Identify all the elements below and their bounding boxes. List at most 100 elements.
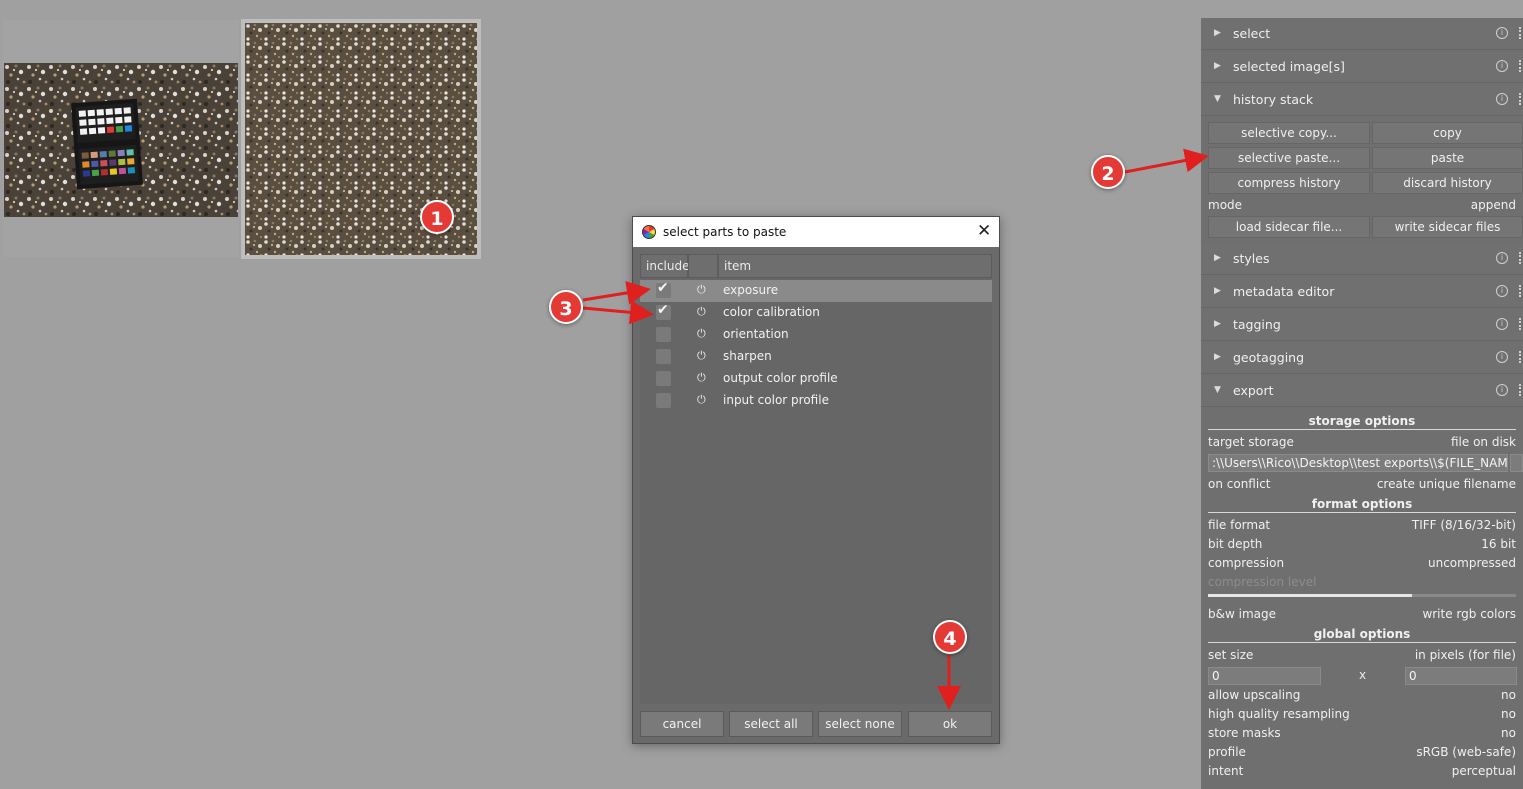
- load-sidecar-button[interactable]: load sidecar file...: [1208, 216, 1370, 238]
- expand-arrow-icon: ▶: [1214, 286, 1221, 296]
- drag-handle-icon[interactable]: [1519, 384, 1523, 396]
- select-none-button[interactable]: select none: [818, 711, 902, 737]
- right-panel: ▶ select i ▶ selected image[s] i ▼ histo…: [1201, 18, 1523, 789]
- list-item[interactable]: ⏻ orientation: [640, 324, 992, 346]
- drag-handle-icon[interactable]: [1519, 60, 1523, 72]
- info-icon[interactable]: i: [1496, 27, 1508, 39]
- intent-row[interactable]: intent perceptual: [1208, 763, 1516, 781]
- include-checkbox[interactable]: [656, 280, 671, 298]
- module-tagging[interactable]: ▶ tagging i: [1201, 309, 1523, 341]
- column-header-include[interactable]: include: [640, 254, 689, 278]
- bw-image-row[interactable]: b&w image write rgb colors: [1208, 606, 1516, 624]
- write-sidecar-button[interactable]: write sidecar files: [1372, 216, 1523, 238]
- dialog-title: select parts to paste: [663, 225, 787, 239]
- module-history-stack[interactable]: ▼ history stack i: [1201, 84, 1523, 116]
- info-icon[interactable]: i: [1496, 285, 1508, 297]
- expand-arrow-icon: ▶: [1214, 253, 1221, 263]
- on-conflict-value[interactable]: create unique filename: [1377, 477, 1516, 491]
- column-header-power[interactable]: [688, 254, 718, 278]
- drag-handle-icon[interactable]: [1519, 27, 1523, 39]
- list-item[interactable]: ⏻ output color profile: [640, 368, 992, 390]
- file-format-value[interactable]: TIFF (8/16/32-bit): [1412, 518, 1516, 532]
- module-label: selected image[s]: [1233, 59, 1345, 74]
- close-icon[interactable]: ✕: [977, 221, 991, 241]
- compression-row[interactable]: compression uncompressed: [1208, 555, 1516, 573]
- intent-value[interactable]: perceptual: [1452, 764, 1516, 778]
- thumbnail-1[interactable]: [3, 20, 239, 257]
- include-checkbox[interactable]: [656, 327, 671, 342]
- profile-value[interactable]: sRGB (web-safe): [1416, 745, 1516, 759]
- include-checkbox[interactable]: [656, 371, 671, 386]
- module-geotagging[interactable]: ▶ geotagging i: [1201, 342, 1523, 374]
- module-metadata-editor[interactable]: ▶ metadata editor i: [1201, 276, 1523, 308]
- cancel-button[interactable]: cancel: [640, 711, 724, 737]
- bit-depth-value[interactable]: 16 bit: [1481, 537, 1516, 551]
- allow-upscaling-label: allow upscaling: [1208, 688, 1301, 702]
- hq-resampling-row[interactable]: high quality resampling no: [1208, 706, 1516, 724]
- ok-button[interactable]: ok: [908, 711, 992, 737]
- set-size-value[interactable]: in pixels (for file): [1415, 648, 1516, 662]
- module-select[interactable]: ▶ select i: [1201, 18, 1523, 50]
- list-item[interactable]: ⏻ sharpen: [640, 346, 992, 368]
- on-conflict-row[interactable]: on conflict create unique filename: [1208, 476, 1516, 494]
- info-icon[interactable]: i: [1496, 252, 1508, 264]
- module-label: styles: [1233, 251, 1270, 266]
- folder-browse-icon[interactable]: [1510, 454, 1523, 472]
- profile-row[interactable]: profile sRGB (web-safe): [1208, 744, 1516, 762]
- list-item[interactable]: ⏻ color calibration: [640, 302, 992, 324]
- store-masks-row[interactable]: store masks no: [1208, 725, 1516, 743]
- height-input[interactable]: 0: [1405, 667, 1517, 685]
- select-all-button[interactable]: select all: [729, 711, 813, 737]
- dialog-titlebar[interactable]: select parts to paste ✕: [633, 217, 999, 247]
- store-masks-value[interactable]: no: [1501, 726, 1516, 740]
- mode-row[interactable]: mode append: [1208, 197, 1516, 215]
- target-storage-row[interactable]: target storage file on disk: [1208, 434, 1516, 452]
- compression-label: compression: [1208, 556, 1285, 570]
- selective-copy-button[interactable]: selective copy...: [1208, 122, 1370, 144]
- include-checkbox[interactable]: [656, 349, 671, 364]
- expand-arrow-icon: ▶: [1214, 28, 1221, 38]
- list-item[interactable]: ⏻ input color profile: [640, 390, 992, 412]
- info-icon[interactable]: i: [1496, 384, 1508, 396]
- hq-resampling-value[interactable]: no: [1501, 707, 1516, 721]
- file-format-row[interactable]: file format TIFF (8/16/32-bit): [1208, 517, 1516, 535]
- width-input[interactable]: 0: [1208, 667, 1321, 685]
- allow-upscaling-value[interactable]: no: [1501, 688, 1516, 702]
- mode-value[interactable]: append: [1471, 198, 1516, 212]
- compression-level-slider[interactable]: [1208, 594, 1516, 597]
- module-export[interactable]: ▼ export i: [1201, 375, 1523, 407]
- include-checkbox[interactable]: [656, 393, 671, 408]
- allow-upscaling-row[interactable]: allow upscaling no: [1208, 687, 1516, 705]
- drag-handle-icon[interactable]: [1519, 318, 1523, 330]
- include-checkbox[interactable]: [656, 302, 671, 320]
- paste-button[interactable]: paste: [1372, 147, 1523, 169]
- drag-handle-icon[interactable]: [1519, 351, 1523, 363]
- hq-resampling-label: high quality resampling: [1208, 707, 1350, 721]
- file-format-label: file format: [1208, 518, 1271, 532]
- module-label: tagging: [1233, 317, 1281, 332]
- drag-handle-icon[interactable]: [1519, 252, 1523, 264]
- info-icon[interactable]: i: [1496, 318, 1508, 330]
- list-item[interactable]: ⏻ exposure: [640, 280, 992, 302]
- module-selected-images[interactable]: ▶ selected image[s] i: [1201, 51, 1523, 83]
- discard-history-button[interactable]: discard history: [1372, 172, 1523, 194]
- drag-handle-icon[interactable]: [1519, 285, 1523, 297]
- compress-history-button[interactable]: compress history: [1208, 172, 1370, 194]
- target-storage-value[interactable]: file on disk: [1451, 435, 1516, 449]
- set-size-row[interactable]: set size in pixels (for file): [1208, 647, 1516, 665]
- item-label: input color profile: [723, 393, 829, 407]
- export-path-input[interactable]: :\\Users\\Rico\\Desktop\\test exports\\$…: [1208, 454, 1508, 472]
- column-header-item[interactable]: item: [718, 254, 992, 278]
- target-storage-label: target storage: [1208, 435, 1294, 449]
- module-label: export: [1233, 383, 1274, 398]
- info-icon[interactable]: i: [1496, 93, 1508, 105]
- bit-depth-row[interactable]: bit depth 16 bit: [1208, 536, 1516, 554]
- compression-value[interactable]: uncompressed: [1428, 556, 1516, 570]
- module-styles[interactable]: ▶ styles i: [1201, 243, 1523, 275]
- bw-image-value[interactable]: write rgb colors: [1422, 607, 1516, 621]
- drag-handle-icon[interactable]: [1519, 93, 1523, 105]
- info-icon[interactable]: i: [1496, 60, 1508, 72]
- selective-paste-button[interactable]: selective paste...: [1208, 147, 1370, 169]
- copy-button[interactable]: copy: [1372, 122, 1523, 144]
- info-icon[interactable]: i: [1496, 351, 1508, 363]
